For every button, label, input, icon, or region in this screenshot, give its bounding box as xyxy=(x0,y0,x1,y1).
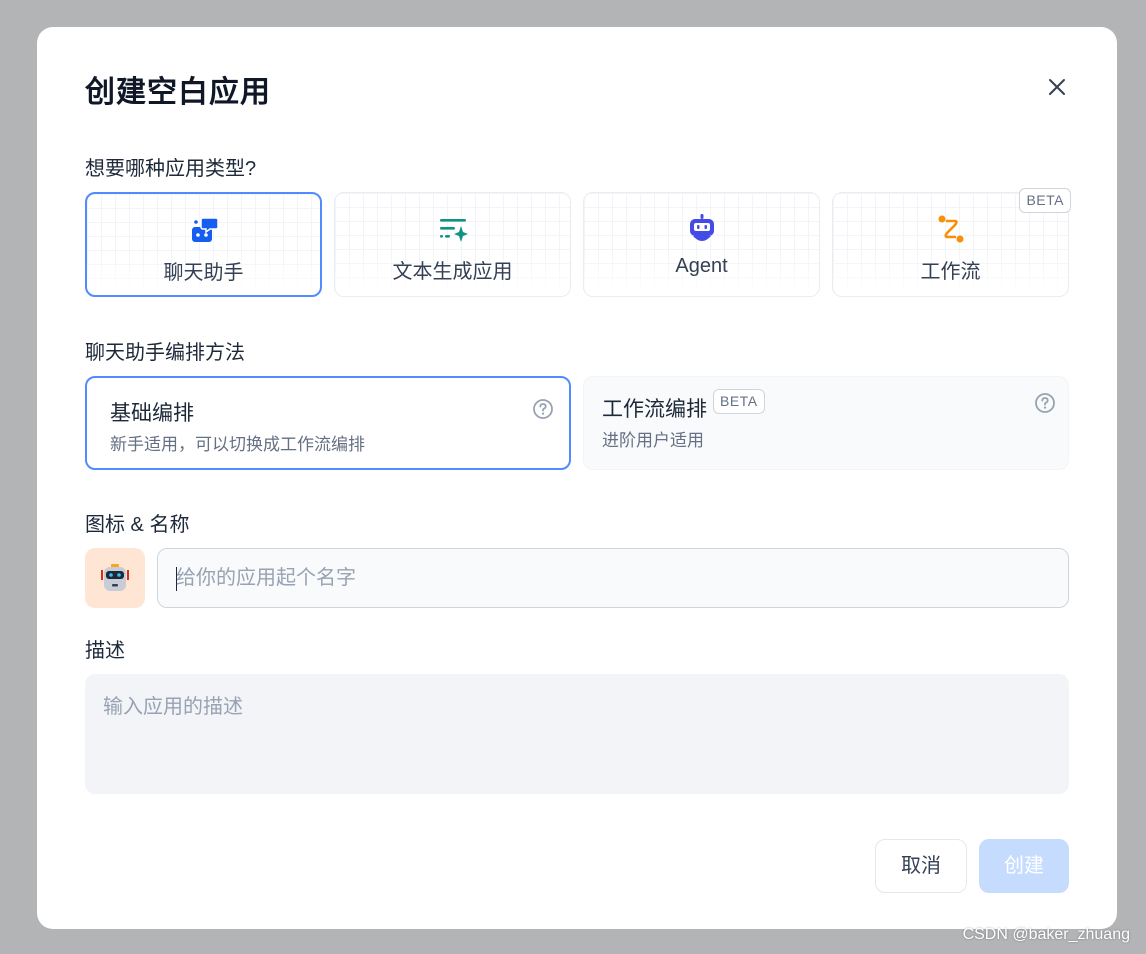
create-app-dialog: 创建空白应用 想要哪种应用类型? 聊天助手 文本生成应用 Agent 工作流 B… xyxy=(37,27,1117,929)
app-type-label-chat: 聊天助手 xyxy=(163,262,244,284)
beta-badge: BETA xyxy=(713,389,765,414)
watermark: CSDN @baker_zhuang xyxy=(962,926,1130,943)
dialog-title: 创建空白应用 xyxy=(85,76,271,109)
workflow-icon xyxy=(938,215,963,243)
create-button[interactable]: 创建 xyxy=(979,839,1069,893)
icon-name-label: 图标 & 名称 xyxy=(85,514,190,536)
mode-basic-title: 基础编排 xyxy=(110,402,194,425)
robot-face-icon xyxy=(101,564,129,591)
mode-label: 聊天助手编排方法 xyxy=(85,342,245,364)
app-name-input[interactable]: 给你的应用起个名字 xyxy=(157,548,1069,608)
close-icon[interactable] xyxy=(1045,75,1069,99)
mode-workflow-desc: 进阶用户适用 xyxy=(602,431,704,450)
desc-label: 描述 xyxy=(85,640,125,662)
app-type-text-generation[interactable]: 文本生成应用 xyxy=(334,192,571,297)
app-type-chat-assistant[interactable]: 聊天助手 xyxy=(85,192,322,297)
mode-basic[interactable]: 基础编排 新手适用，可以切换成工作流编排 xyxy=(85,376,571,470)
text-generation-icon xyxy=(439,219,468,242)
help-icon[interactable] xyxy=(1034,392,1056,414)
mode-basic-desc: 新手适用，可以切换成工作流编排 xyxy=(110,435,365,454)
app-icon-picker[interactable] xyxy=(85,548,145,608)
app-description-textarea[interactable]: 输入应用的描述 xyxy=(85,674,1069,794)
cancel-button[interactable]: 取消 xyxy=(875,839,967,893)
mode-workflow-title: 工作流编排 xyxy=(602,398,707,421)
agent-robot-icon xyxy=(689,214,714,241)
app-type-label-workflow: 工作流 xyxy=(920,261,981,283)
chat-bot-icon xyxy=(191,217,219,242)
app-type-label-agent: Agent xyxy=(675,255,728,277)
help-icon[interactable] xyxy=(532,398,554,420)
app-description-placeholder: 输入应用的描述 xyxy=(103,696,243,718)
app-type-agent[interactable]: Agent xyxy=(583,192,820,297)
text-caret xyxy=(176,567,177,591)
app-name-placeholder: 给你的应用起个名字 xyxy=(176,567,356,589)
mode-workflow[interactable]: 工作流编排 BETA 进阶用户适用 xyxy=(583,376,1069,470)
app-type-label: 想要哪种应用类型? xyxy=(85,158,257,180)
app-type-label-text-generation: 文本生成应用 xyxy=(392,261,513,283)
beta-badge: BETA xyxy=(1019,188,1071,213)
app-type-workflow[interactable]: 工作流 BETA xyxy=(832,188,1071,297)
